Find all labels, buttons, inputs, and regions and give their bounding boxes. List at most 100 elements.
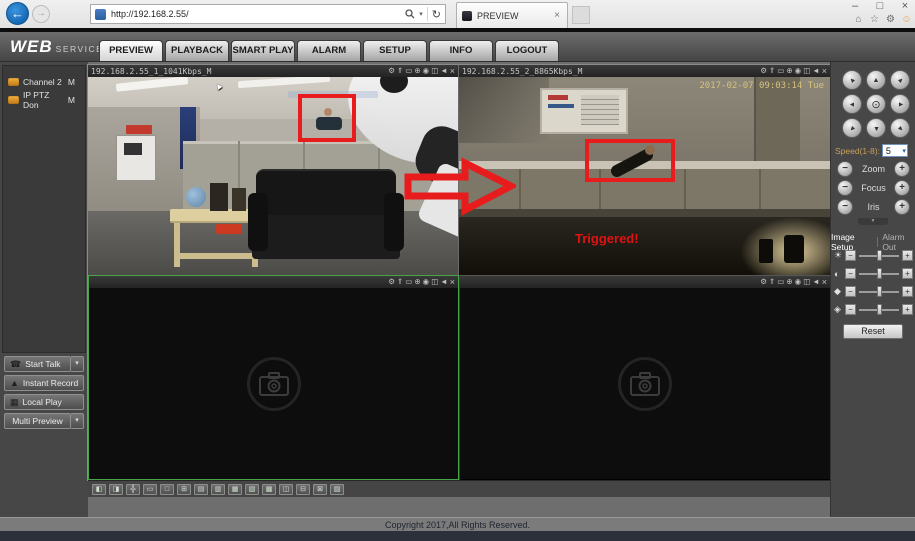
zoom-out-button[interactable]: − <box>837 160 853 177</box>
split-9-icon[interactable]: ▦ <box>228 483 242 495</box>
ptz-down-button[interactable]: ▲ <box>866 118 886 138</box>
pane-upload-icon[interactable]: ⇑ <box>397 66 403 76</box>
brightness-plus-button[interactable]: + <box>902 250 913 261</box>
brightness-slider-thumb[interactable] <box>877 249 882 261</box>
pane-audio-icon[interactable]: ◄ <box>440 277 447 287</box>
pane-digital-zoom-icon[interactable]: ⊕ <box>786 66 792 76</box>
split-20-icon[interactable]: ◫ <box>279 483 293 495</box>
start-talk-dropdown[interactable]: ▾ <box>71 356 84 372</box>
pane-original-size-icon[interactable]: ▭ <box>405 66 412 76</box>
pane-close-icon[interactable]: × <box>822 277 827 287</box>
tab-alarm[interactable]: ALARM <box>297 40 361 61</box>
hue-plus-button[interactable]: + <box>902 304 913 315</box>
ptz-up-button[interactable]: ▲ <box>866 70 886 90</box>
pane-digital-zoom-icon[interactable]: ⊕ <box>786 277 792 287</box>
window-close-button[interactable]: × <box>894 0 915 14</box>
favorites-icon[interactable]: ☆ <box>867 14 882 25</box>
split-36-icon[interactable]: ⊠ <box>313 483 327 495</box>
fullscreen-icon[interactable]: ╬ <box>126 483 140 495</box>
home-icon[interactable]: ⌂ <box>851 14 866 25</box>
focus-far-button[interactable]: + <box>894 179 910 196</box>
window-restore-button[interactable]: □ <box>869 0 891 14</box>
saturation-minus-button[interactable]: − <box>845 286 856 297</box>
start-talk-button[interactable]: ☎ Start Talk <box>4 356 71 372</box>
ptz-left-button[interactable]: ▲ <box>842 94 862 114</box>
iris-close-button[interactable]: − <box>837 198 853 215</box>
instant-record-button[interactable]: ▲ Instant Record <box>4 375 84 391</box>
tab-playback[interactable]: PLAYBACK <box>165 40 229 61</box>
contrast-slider[interactable] <box>859 267 899 279</box>
pane-digital-zoom-icon[interactable]: ⊕ <box>414 66 420 76</box>
browser-tab[interactable]: PREVIEW × <box>456 2 568 28</box>
ptz-down-left-button[interactable]: ▲ <box>842 118 862 138</box>
focus-near-button[interactable]: − <box>837 179 853 196</box>
contrast-minus-button[interactable]: − <box>845 268 856 279</box>
pane-close-icon[interactable]: × <box>450 66 455 76</box>
ptz-up-left-button[interactable]: ▲ <box>842 70 862 90</box>
tab-smart-play[interactable]: SMART PLAY <box>231 40 295 61</box>
pane-snapshot-icon[interactable]: ◫ <box>803 66 810 76</box>
contrast-plus-button[interactable]: + <box>902 268 913 279</box>
pane-upload-icon[interactable]: ⇑ <box>397 277 403 287</box>
window-minimize-button[interactable]: – <box>844 0 866 14</box>
local-play-button[interactable]: ▦ Local Play <box>4 394 84 410</box>
pane-snapshot-icon[interactable]: ◫ <box>803 277 810 287</box>
split-4-icon[interactable]: ⊞ <box>177 483 191 495</box>
pane-snapshot-icon[interactable]: ◫ <box>431 66 438 76</box>
pane-original-size-icon[interactable]: ▭ <box>777 66 784 76</box>
multi-preview-button[interactable]: Multi Preview <box>4 413 71 429</box>
pane-close-icon[interactable]: × <box>450 277 455 287</box>
pane-audio-icon[interactable]: ◄ <box>812 277 819 287</box>
search-icon[interactable] <box>405 9 415 19</box>
split-1-icon[interactable]: □ <box>160 483 174 495</box>
browser-settings-icon[interactable]: ⚙ <box>883 14 898 25</box>
ptz-quick-position-button[interactable]: ⊙ <box>866 94 886 114</box>
pane-original-size-icon[interactable]: ▭ <box>405 277 412 287</box>
custom-split-icon[interactable]: ▨ <box>330 483 344 495</box>
ptz-up-right-button[interactable]: ▲ <box>890 70 910 90</box>
hue-slider-thumb[interactable] <box>877 303 882 315</box>
pane-settings-icon[interactable]: ⚙ <box>760 66 767 76</box>
saturation-slider-thumb[interactable] <box>877 285 882 297</box>
saturation-slider[interactable] <box>859 285 899 297</box>
url-input[interactable] <box>111 9 406 19</box>
search-options-caret-icon[interactable]: ▾ <box>419 10 423 18</box>
split-6-icon[interactable]: ▤ <box>194 483 208 495</box>
tab-preview[interactable]: PREVIEW <box>99 40 163 61</box>
brightness-minus-button[interactable]: − <box>845 250 856 261</box>
pane-audio-icon[interactable]: ◄ <box>812 66 819 76</box>
saturation-plus-button[interactable]: + <box>902 286 913 297</box>
tab-info[interactable]: INFO <box>429 40 493 61</box>
hue-minus-button[interactable]: − <box>845 304 856 315</box>
multi-preview-dropdown[interactable]: ▾ <box>71 413 84 429</box>
pane-digital-zoom-icon[interactable]: ⊕ <box>414 277 420 287</box>
pane-settings-icon[interactable]: ⚙ <box>760 277 767 287</box>
hue-slider[interactable] <box>859 303 899 315</box>
tab-setup[interactable]: SETUP <box>363 40 427 61</box>
refresh-icon[interactable]: ↻ <box>432 8 441 21</box>
speed-select[interactable]: 5 ▾ <box>881 144 908 157</box>
panel-collapse-handle[interactable]: ▼ <box>858 218 888 225</box>
image-quality-icon[interactable]: ◧ <box>92 483 106 495</box>
fluency-icon[interactable]: ◨ <box>109 483 123 495</box>
reset-button[interactable]: Reset <box>843 324 903 339</box>
stream-type-badge[interactable]: M <box>68 95 75 105</box>
feedback-smiley-icon[interactable]: ☺ <box>899 14 914 25</box>
pane-record-icon[interactable]: ◉ <box>795 277 802 287</box>
pane-record-icon[interactable]: ◉ <box>423 66 430 76</box>
split-25-icon[interactable]: ⊟ <box>296 483 310 495</box>
browser-back-button[interactable]: ← <box>6 2 29 25</box>
pane-audio-icon[interactable]: ◄ <box>440 66 447 76</box>
split-16-icon[interactable]: ▩ <box>262 483 276 495</box>
split-13-icon[interactable]: ▧ <box>245 483 259 495</box>
aspect-ratio-icon[interactable]: ▭ <box>143 483 157 495</box>
ptz-down-right-button[interactable]: ▲ <box>890 118 910 138</box>
new-tab-button[interactable] <box>572 6 590 24</box>
pane-original-size-icon[interactable]: ▭ <box>777 277 784 287</box>
tab-logout[interactable]: LOGOUT <box>495 40 559 61</box>
contrast-slider-thumb[interactable] <box>877 267 882 279</box>
pane-settings-icon[interactable]: ⚙ <box>388 277 395 287</box>
address-bar[interactable]: ▾ ↻ <box>90 4 446 24</box>
stream-type-badge[interactable]: M <box>68 77 75 87</box>
pane-close-icon[interactable]: × <box>822 66 827 76</box>
